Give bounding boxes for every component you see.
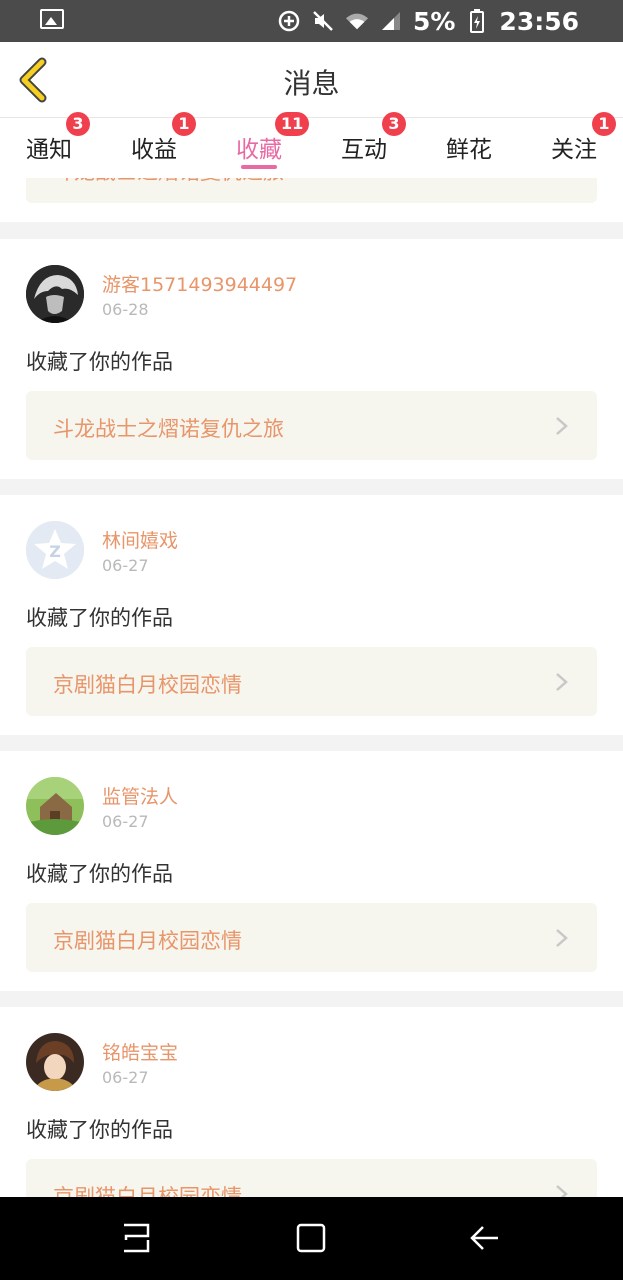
- header: 消息: [0, 42, 623, 118]
- work-link[interactable]: 京剧猫白月校园恋情: [26, 903, 597, 972]
- action-text: 收藏了你的作品: [26, 1118, 173, 1142]
- action-text: 收藏了你的作品: [26, 862, 173, 886]
- item-date: 06-27: [102, 556, 149, 575]
- tab-interactions[interactable]: 互动 3: [324, 112, 406, 178]
- work-link[interactable]: 京剧猫白月校园恋情: [26, 647, 597, 716]
- home-icon: [296, 1223, 326, 1253]
- action-text: 收藏了你的作品: [26, 350, 173, 374]
- work-link[interactable]: 斗龙战士之熠诺复仇之旅: [26, 178, 597, 203]
- tab-label: 通知: [26, 137, 72, 163]
- work-title: 京剧猫白月校园恋情: [53, 673, 242, 697]
- page-title: 消息: [283, 67, 340, 100]
- active-tab-indicator: [241, 165, 277, 169]
- user-avatar[interactable]: [26, 265, 84, 323]
- list-item: Z 林间嬉戏 06-27 收藏了你的作品 京剧猫白月校园恋情: [0, 495, 623, 735]
- tab-label: 收益: [131, 137, 177, 163]
- unread-badge: 1: [592, 112, 616, 136]
- clock: 23:56: [499, 6, 579, 36]
- work-title: 斗龙战士之熠诺复仇之旅: [53, 417, 284, 441]
- user-avatar[interactable]: [26, 1033, 84, 1091]
- tab-bar: 通知 3 收益 1 收藏 11 互动 3 鲜花 关注 1: [0, 112, 623, 178]
- recent-apps-icon: [124, 1223, 150, 1253]
- data-saver-icon: [277, 9, 301, 33]
- item-date: 06-28: [102, 300, 149, 319]
- navigation-bar: [0, 1197, 623, 1280]
- unread-badge: 1: [172, 112, 196, 136]
- chevron-right-icon: [551, 178, 571, 180]
- home-button[interactable]: [294, 1221, 328, 1255]
- recent-apps-button[interactable]: [120, 1221, 154, 1255]
- wifi-icon: [345, 9, 369, 33]
- list-item: 铭皓宝宝 06-27 收藏了你的作品 京剧猫白月校园恋情: [0, 1007, 623, 1197]
- image-icon: [40, 9, 64, 29]
- list-item: 监管法人 06-27 收藏了你的作品 京剧猫白月校园恋情: [0, 751, 623, 991]
- chevron-right-icon: [556, 417, 568, 435]
- chevron-right-icon: [556, 673, 568, 691]
- unread-badge: 3: [382, 112, 406, 136]
- back-icon: [470, 1226, 498, 1250]
- work-title: 京剧猫白月校园恋情: [53, 929, 242, 953]
- action-text: 收藏了你的作品: [26, 606, 173, 630]
- tab-favorites[interactable]: 收藏 11: [219, 112, 310, 178]
- battery-icon: [465, 9, 489, 33]
- tab-follows[interactable]: 关注 1: [534, 112, 616, 178]
- work-link[interactable]: 斗龙战士之熠诺复仇之旅: [26, 391, 597, 460]
- back-nav-button[interactable]: [468, 1221, 502, 1255]
- tab-earnings[interactable]: 收益 1: [114, 112, 196, 178]
- item-date: 06-27: [102, 812, 149, 831]
- tab-flowers[interactable]: 鲜花: [429, 118, 509, 178]
- user-name[interactable]: 游客1571493944497: [102, 270, 297, 297]
- user-name[interactable]: 监管法人: [102, 782, 178, 809]
- mute-icon: [311, 9, 335, 33]
- svg-text:Z: Z: [49, 542, 61, 561]
- chevron-right-icon: [556, 1185, 568, 1197]
- list-item: 斗龙战士之熠诺复仇之旅: [0, 178, 623, 222]
- tab-label: 鲜花: [446, 137, 492, 163]
- favorites-list[interactable]: 斗龙战士之熠诺复仇之旅 游客1571493944497 06-28 收藏了你的作…: [0, 178, 623, 1197]
- item-date: 06-27: [102, 1068, 149, 1087]
- tab-label: 关注: [551, 137, 597, 163]
- tab-label: 互动: [341, 137, 387, 163]
- chevron-right-icon: [556, 929, 568, 947]
- list-item: 游客1571493944497 06-28 收藏了你的作品 斗龙战士之熠诺复仇之…: [0, 239, 623, 479]
- unread-badge: 3: [66, 112, 90, 136]
- user-avatar[interactable]: Z: [26, 521, 84, 579]
- work-link[interactable]: 京剧猫白月校园恋情: [26, 1159, 597, 1197]
- tab-notifications[interactable]: 通知 3: [9, 112, 90, 178]
- battery-percent: 5%: [412, 6, 456, 36]
- user-avatar[interactable]: [26, 777, 84, 835]
- status-bar: 5% 23:56: [0, 0, 623, 42]
- unread-badge: 11: [275, 112, 310, 136]
- work-title: 斗龙战士之熠诺复仇之旅: [53, 178, 284, 186]
- signal-icon: [379, 9, 403, 33]
- user-name[interactable]: 林间嬉戏: [102, 526, 178, 553]
- user-name[interactable]: 铭皓宝宝: [102, 1038, 178, 1065]
- tab-label: 收藏: [236, 137, 282, 163]
- work-title: 京剧猫白月校园恋情: [53, 1185, 242, 1197]
